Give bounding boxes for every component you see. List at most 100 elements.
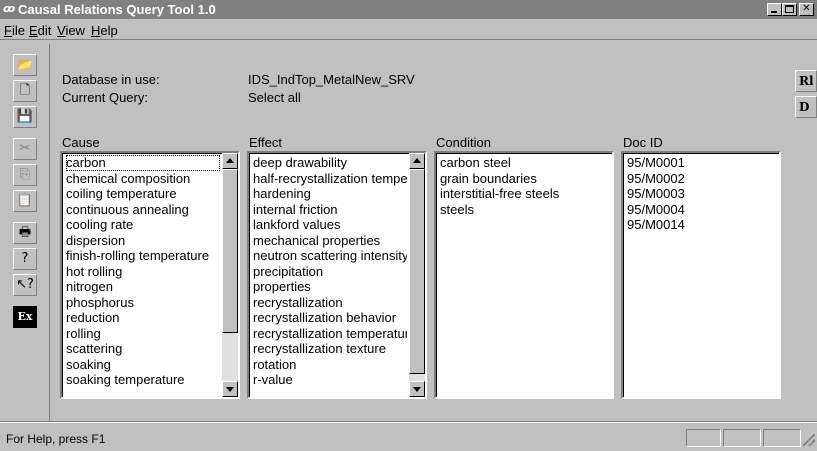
cut-button[interactable]: ✂ bbox=[13, 138, 37, 160]
scroll-thumb[interactable] bbox=[409, 169, 425, 374]
ex-button[interactable]: Ex bbox=[13, 306, 37, 328]
menu-edit-label: dit bbox=[37, 23, 52, 38]
menu-file-label: ile bbox=[11, 23, 25, 38]
list-item[interactable]: coiling temperature bbox=[66, 186, 220, 202]
list-item[interactable]: lankford values bbox=[253, 217, 407, 233]
app-icon: ꝏ bbox=[3, 2, 16, 15]
docid-list[interactable]: 95/M0001 95/M0002 95/M0003 95/M0004 95/M… bbox=[621, 151, 781, 399]
list-item[interactable]: hot rolling bbox=[66, 264, 220, 280]
list-item[interactable]: half-recrystallization tempe bbox=[253, 171, 407, 187]
list-item[interactable]: 95/M0004 bbox=[627, 202, 777, 218]
list-item[interactable]: grain boundaries bbox=[440, 171, 610, 187]
current-query-label: Current Query: bbox=[62, 90, 148, 105]
menu-edit[interactable]: Edit bbox=[29, 23, 51, 38]
list-item[interactable]: continuous annealing bbox=[66, 202, 220, 218]
close-button[interactable]: ✕ bbox=[799, 3, 814, 16]
d-button[interactable]: D bbox=[795, 96, 817, 118]
list-item[interactable]: scattering bbox=[66, 341, 220, 357]
open-button[interactable]: 📂 bbox=[13, 54, 37, 76]
status-pane-2 bbox=[723, 429, 761, 447]
effect-list[interactable]: deep drawability half-recrystallization … bbox=[247, 151, 427, 399]
context-help-button[interactable]: ↖? bbox=[13, 274, 37, 296]
save-button[interactable]: 💾 bbox=[13, 106, 37, 128]
new-button[interactable]: 🗋 bbox=[13, 80, 37, 102]
window-title: Causal Relations Query Tool 1.0 bbox=[18, 2, 216, 17]
clipboard-icon: 📋 bbox=[16, 193, 34, 208]
list-item[interactable]: soaking bbox=[66, 357, 220, 373]
list-item[interactable]: cooling rate bbox=[66, 217, 220, 233]
cause-scrollbar[interactable] bbox=[222, 153, 238, 397]
printer-icon: 🖶 bbox=[18, 225, 32, 240]
copy-button[interactable]: ⎘ bbox=[13, 164, 37, 186]
menu-help[interactable]: Help bbox=[91, 23, 118, 38]
paste-button[interactable]: 📋 bbox=[13, 190, 37, 212]
list-item[interactable]: 95/M0001 bbox=[627, 155, 777, 171]
list-item[interactable]: recrystallization bbox=[253, 295, 407, 311]
list-item[interactable]: properties bbox=[253, 279, 407, 295]
cause-header: Cause bbox=[62, 135, 100, 150]
list-item[interactable]: interstitial-free steels bbox=[440, 186, 610, 202]
list-item[interactable]: 95/M0002 bbox=[627, 171, 777, 187]
list-item[interactable]: neutron scattering intensity bbox=[253, 248, 407, 264]
resize-grip-icon[interactable] bbox=[803, 434, 815, 446]
menu-edit-mnemonic: E bbox=[29, 23, 38, 38]
list-item[interactable]: steels bbox=[440, 202, 610, 218]
menu-view-label: iew bbox=[65, 23, 85, 38]
list-item[interactable]: hardening bbox=[253, 186, 407, 202]
effect-header: Effect bbox=[249, 135, 283, 150]
scroll-thumb[interactable] bbox=[222, 169, 238, 333]
list-item[interactable]: recrystallization temperatur bbox=[253, 326, 407, 342]
condition-list[interactable]: carbon steel grain boundaries interstiti… bbox=[434, 151, 614, 399]
list-item[interactable]: reduction bbox=[66, 310, 220, 326]
minimize-button[interactable] bbox=[767, 3, 782, 16]
list-item[interactable]: chemical composition bbox=[66, 171, 220, 187]
save-disk-icon: 💾 bbox=[16, 109, 34, 124]
list-item[interactable]: soaking temperature bbox=[66, 372, 220, 388]
list-item[interactable]: mechanical properties bbox=[253, 233, 407, 249]
menu-file-mnemonic: F bbox=[4, 23, 12, 38]
scroll-down-button[interactable] bbox=[409, 381, 425, 397]
list-item[interactable]: carbon bbox=[66, 155, 220, 171]
list-item[interactable]: carbon steel bbox=[440, 155, 610, 171]
list-item[interactable]: 95/M0003 bbox=[627, 186, 777, 202]
arrow-down-icon bbox=[226, 387, 234, 392]
left-toolbar: 📂 🗋 💾 ✂ ⎘ 📋 🖶 ? ↖? Ex bbox=[0, 44, 50, 422]
list-item[interactable]: rotation bbox=[253, 357, 407, 373]
d-icon: D bbox=[799, 100, 810, 114]
menu-view[interactable]: View bbox=[57, 23, 85, 38]
list-item[interactable]: recrystallization texture bbox=[253, 341, 407, 357]
arrow-up-icon bbox=[413, 158, 421, 163]
title-bar[interactable]: ꝏ Causal Relations Query Tool 1.0 ✕ bbox=[0, 0, 817, 19]
database-label: Database in use: bbox=[62, 72, 160, 87]
list-item[interactable]: rolling bbox=[66, 326, 220, 342]
arrow-up-icon bbox=[226, 158, 234, 163]
list-item[interactable]: internal friction bbox=[253, 202, 407, 218]
menu-help-mnemonic: H bbox=[91, 23, 101, 38]
docid-header: Doc ID bbox=[623, 135, 663, 150]
scroll-up-button[interactable] bbox=[222, 153, 238, 169]
ex-icon: Ex bbox=[17, 310, 33, 323]
print-button[interactable]: 🖶 bbox=[13, 222, 37, 244]
bottom-separator bbox=[0, 421, 817, 423]
minimize-icon bbox=[771, 11, 777, 13]
list-item[interactable]: precipitation bbox=[253, 264, 407, 280]
list-item[interactable]: dispersion bbox=[66, 233, 220, 249]
maximize-button[interactable] bbox=[782, 3, 797, 16]
new-document-icon: 🗋 bbox=[19, 83, 31, 98]
list-item[interactable]: finish-rolling temperature bbox=[66, 248, 220, 264]
list-item[interactable]: r-value bbox=[253, 372, 407, 388]
scroll-down-button[interactable] bbox=[222, 381, 238, 397]
list-item[interactable]: deep drawability bbox=[253, 155, 407, 171]
rl-button[interactable]: Rl bbox=[795, 70, 817, 92]
condition-header: Condition bbox=[436, 135, 491, 150]
menu-file[interactable]: File bbox=[4, 23, 25, 38]
list-item[interactable]: recrystallization behavior bbox=[253, 310, 407, 326]
list-item[interactable]: phosphorus bbox=[66, 295, 220, 311]
help-button[interactable]: ? bbox=[13, 248, 37, 270]
list-item[interactable]: 95/M0014 bbox=[627, 217, 777, 233]
scroll-up-button[interactable] bbox=[409, 153, 425, 169]
effect-scrollbar[interactable] bbox=[409, 153, 425, 397]
cause-list[interactable]: carbon chemical composition coiling temp… bbox=[60, 151, 240, 399]
list-item[interactable]: nitrogen bbox=[66, 279, 220, 295]
arrow-down-icon bbox=[413, 387, 421, 392]
